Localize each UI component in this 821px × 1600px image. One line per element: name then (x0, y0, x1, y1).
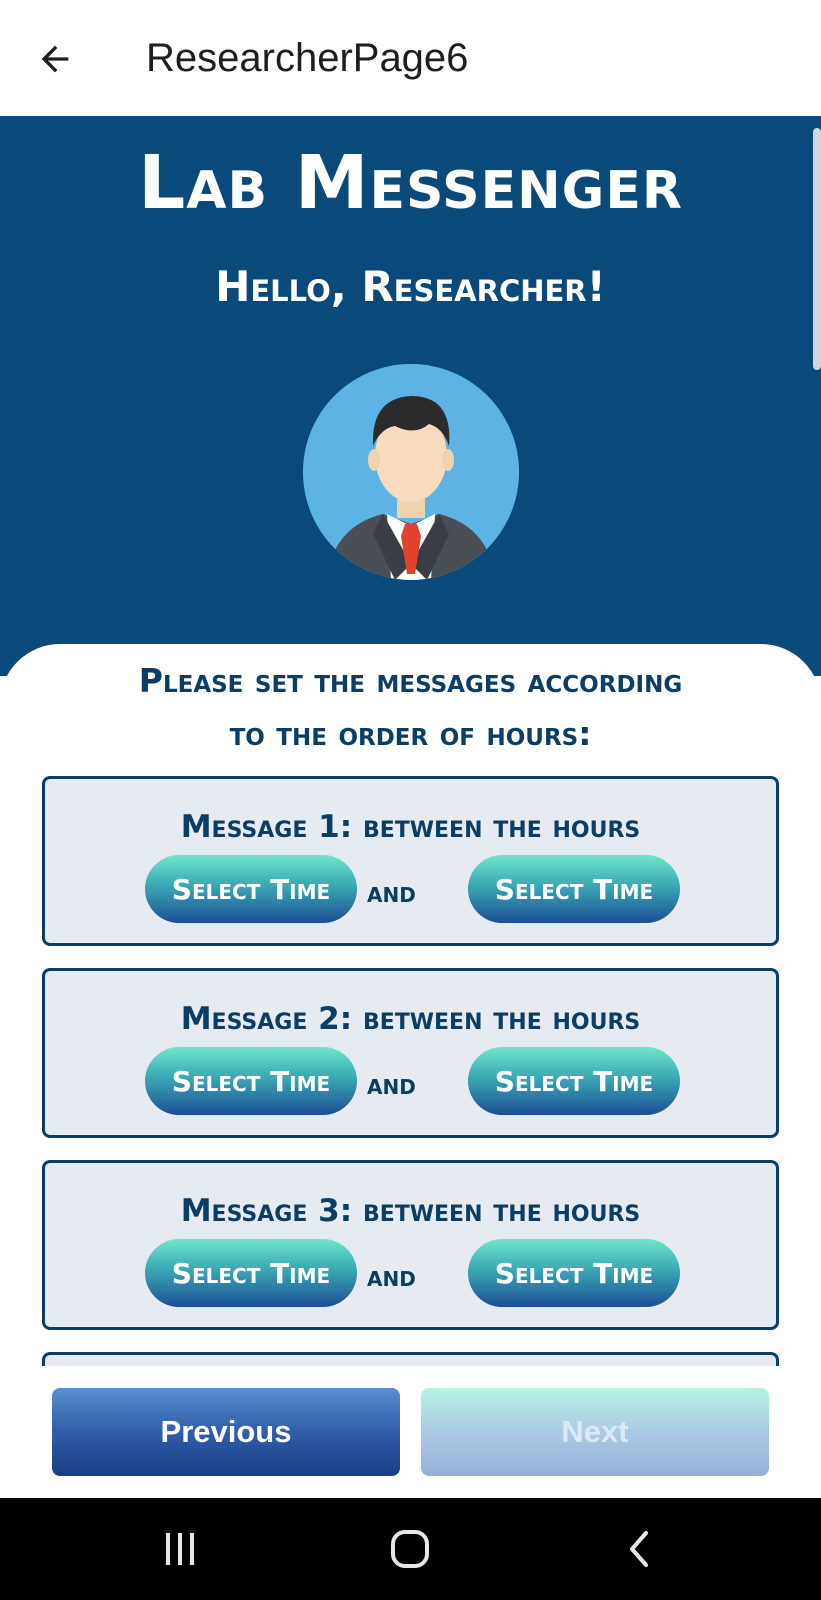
home-icon (391, 1530, 429, 1568)
recents-button[interactable] (150, 1524, 210, 1574)
message-card-3: Message 3: between the hours Select Time… (42, 1160, 779, 1330)
and-text: and (367, 875, 416, 909)
avatar (303, 364, 519, 580)
previous-button[interactable]: Previous (52, 1388, 400, 1476)
recents-icon (166, 1533, 194, 1565)
researcher-avatar-icon (303, 364, 519, 580)
app-bar: ResearcherPage6 (0, 0, 821, 116)
message-label: Message 1: between the hours (180, 809, 641, 845)
select-end-time-button[interactable]: Select Time (468, 1047, 680, 1115)
message-label: Message 2: between the hours (180, 1001, 641, 1037)
page-title: ResearcherPage6 (146, 36, 469, 80)
instructions-line-2: to the order of hours: (229, 714, 592, 753)
messages-panel: Please set the messages according to the… (0, 644, 821, 1366)
back-button[interactable] (30, 34, 80, 84)
arrow-left-icon (41, 45, 69, 73)
message-label: Message 3: between the hours (180, 1193, 641, 1229)
greeting-text: Hello, Researcher! (215, 262, 606, 311)
select-end-time-button[interactable]: Select Time (468, 1239, 680, 1307)
instructions-text: Please set the messages according to the… (20, 654, 801, 760)
and-text: and (367, 1259, 416, 1293)
message-card-1: Message 1: between the hours Select Time… (42, 776, 779, 946)
system-nav-bar (0, 1498, 821, 1600)
select-start-time-button[interactable]: Select Time (145, 1239, 357, 1307)
system-back-button[interactable] (610, 1524, 670, 1574)
message-card-4-partial (42, 1352, 779, 1366)
footer: Previous Next (0, 1366, 821, 1498)
home-button[interactable] (380, 1524, 440, 1574)
next-button[interactable]: Next (421, 1388, 769, 1476)
instructions-line-1: Please set the messages according (138, 661, 683, 700)
select-start-time-button[interactable]: Select Time (145, 855, 357, 923)
app-title: Lab Messenger (138, 140, 683, 226)
and-text: and (367, 1067, 416, 1101)
select-start-time-button[interactable]: Select Time (145, 1047, 357, 1115)
back-chevron-icon (630, 1531, 648, 1567)
message-card-2: Message 2: between the hours Select Time… (42, 968, 779, 1138)
select-end-time-button[interactable]: Select Time (468, 855, 680, 923)
